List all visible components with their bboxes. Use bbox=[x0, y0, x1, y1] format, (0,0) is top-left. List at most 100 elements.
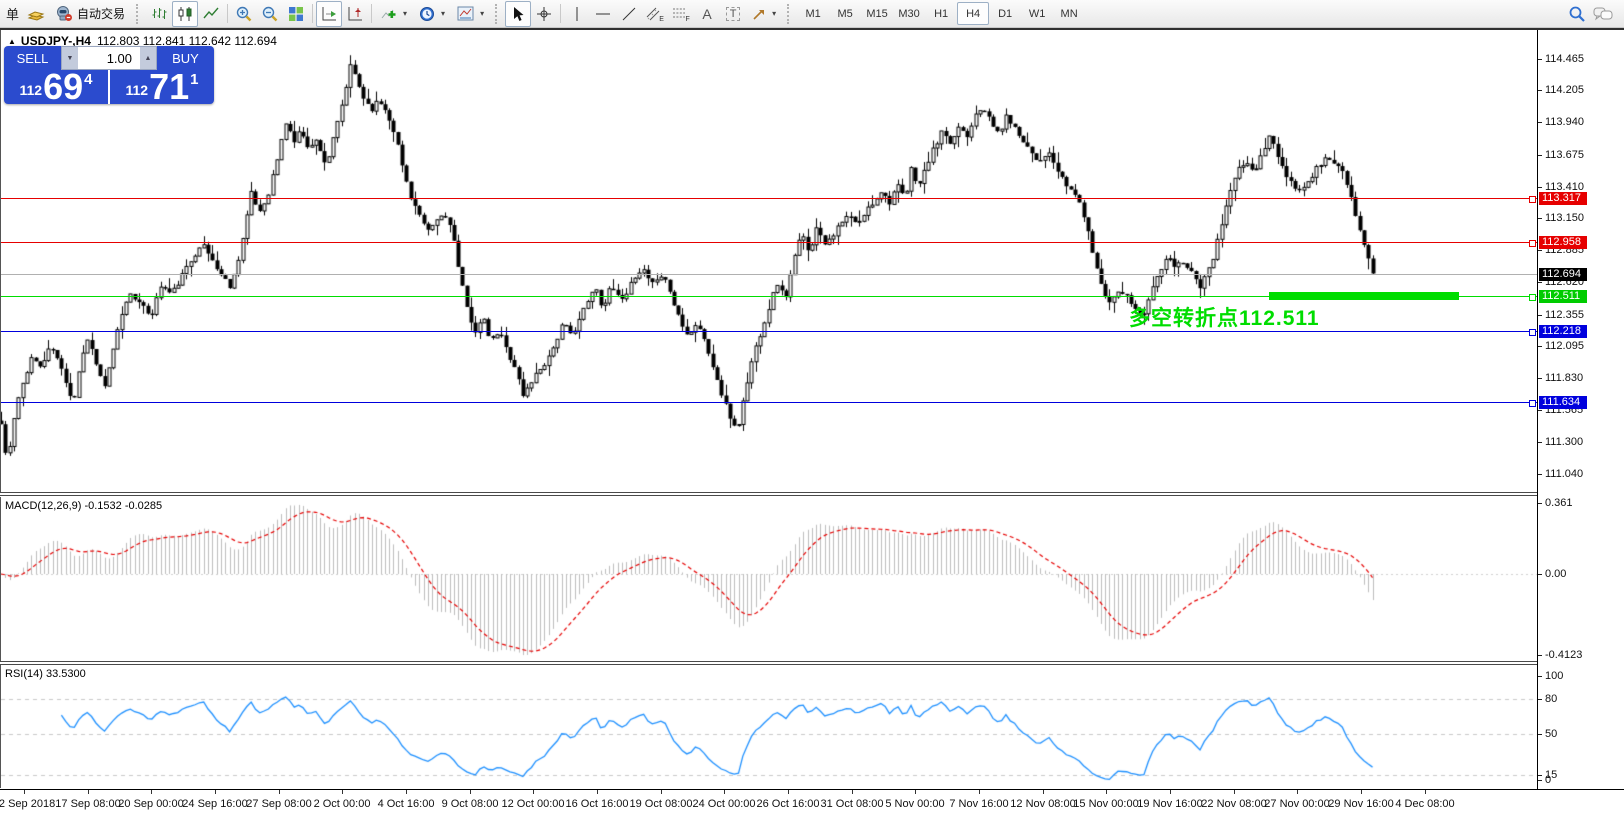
time-tick-label: 24 Oct 00:00 bbox=[693, 798, 756, 810]
time-axis[interactable]: 12 Sep 201817 Sep 08:0020 Sep 00:0024 Se… bbox=[0, 789, 1624, 822]
candlestick-chart-icon[interactable] bbox=[172, 1, 198, 27]
sell-price-small: 112 bbox=[20, 82, 43, 98]
price-axis[interactable]: 114.465114.205113.940113.675113.410113.1… bbox=[1537, 30, 1624, 789]
macd-tick-label: -0.4123 bbox=[1545, 649, 1582, 661]
macd-canvas[interactable] bbox=[1, 497, 1537, 661]
templates-button[interactable]: ▾ bbox=[451, 1, 490, 27]
new-order-button[interactable]: 单 bbox=[2, 2, 23, 26]
axis-tick-mark bbox=[1538, 59, 1542, 60]
equidistant-channel-tool-icon[interactable]: E bbox=[642, 1, 668, 27]
text-label-tool-button[interactable]: T bbox=[720, 1, 746, 27]
chevron-down-icon: ▾ bbox=[403, 9, 407, 18]
tf-m30-button[interactable]: M30 bbox=[893, 2, 925, 25]
chat-icon[interactable] bbox=[1590, 1, 1616, 27]
tf-m15-button[interactable]: M15 bbox=[861, 2, 893, 25]
one-click-trading-panel: SELL ▼ 1.00 ▲ BUY 112 69 4 112 71 1 bbox=[4, 46, 214, 104]
axis-tick-mark bbox=[1538, 699, 1542, 700]
axis-tick-mark bbox=[1538, 250, 1542, 251]
axis-tick-mark bbox=[1538, 346, 1542, 347]
time-tick-mark bbox=[1043, 790, 1044, 794]
line-handle[interactable] bbox=[1529, 329, 1536, 336]
time-tick-mark bbox=[24, 790, 25, 794]
tf-m5-button[interactable]: M5 bbox=[829, 2, 861, 25]
periods-button[interactable]: ▾ bbox=[413, 1, 451, 27]
axis-tick-mark bbox=[1538, 282, 1542, 283]
book-icon[interactable] bbox=[23, 1, 49, 27]
text-tool-button[interactable]: A bbox=[694, 1, 720, 27]
price-line-chip: 112.958 bbox=[1539, 236, 1587, 249]
time-tick-label: 4 Oct 16:00 bbox=[378, 798, 435, 810]
axis-tick-mark bbox=[1538, 780, 1542, 781]
line-chart-icon[interactable] bbox=[198, 1, 224, 27]
tf-d1-button[interactable]: D1 bbox=[989, 2, 1021, 25]
crosshair-icon[interactable] bbox=[531, 1, 557, 27]
rsi-label: RSI(14) 33.5300 bbox=[5, 668, 86, 680]
search-icon[interactable] bbox=[1564, 1, 1590, 27]
sell-price-sup: 4 bbox=[84, 71, 92, 88]
hline-111.634[interactable] bbox=[1, 402, 1537, 403]
axis-tick-mark bbox=[1538, 90, 1542, 91]
toolbar-separator bbox=[560, 4, 561, 23]
tf-m1-button[interactable]: M1 bbox=[797, 2, 829, 25]
time-tick-label: 19 Nov 16:00 bbox=[1137, 798, 1202, 810]
tf-mn-button[interactable]: MN bbox=[1053, 2, 1085, 25]
bar-chart-icon[interactable] bbox=[146, 1, 172, 27]
price-tick-label: 113.675 bbox=[1545, 149, 1584, 161]
macd-pane[interactable]: MACD(12,26,9) -0.1532 -0.0285 bbox=[0, 497, 1537, 661]
tf-h1-button[interactable]: H1 bbox=[925, 2, 957, 25]
time-tick-mark bbox=[1361, 790, 1362, 794]
chevron-down-icon: ▾ bbox=[772, 9, 776, 18]
collapse-panel-icon[interactable]: ▲ bbox=[8, 37, 16, 46]
chart-shift-icon[interactable] bbox=[342, 1, 368, 27]
buy-price-small: 112 bbox=[126, 82, 149, 98]
zoom-in-icon[interactable] bbox=[231, 1, 257, 27]
robot-icon bbox=[55, 5, 73, 22]
cursor-icon[interactable] bbox=[505, 1, 531, 27]
time-tick-label: 31 Oct 08:00 bbox=[821, 798, 884, 810]
horizontal-line-tool-icon[interactable] bbox=[590, 1, 616, 27]
label-tool-glyph: T bbox=[726, 7, 741, 21]
rsi-canvas[interactable] bbox=[1, 665, 1537, 788]
axis-tick-mark bbox=[1538, 410, 1542, 411]
line-handle[interactable] bbox=[1529, 196, 1536, 203]
hline-112.958[interactable] bbox=[1, 242, 1537, 243]
autoscroll-icon[interactable] bbox=[316, 1, 342, 27]
rsi-pane[interactable]: RSI(14) 33.5300 bbox=[0, 665, 1537, 788]
price-tick-label: 112.095 bbox=[1545, 340, 1584, 352]
time-tick-mark bbox=[1234, 790, 1235, 794]
sell-price[interactable]: 112 69 4 bbox=[4, 70, 108, 104]
zoom-out-icon[interactable] bbox=[257, 1, 283, 27]
arrows-tool-button[interactable]: ▾ bbox=[746, 1, 782, 27]
price-line-chip: 112.218 bbox=[1539, 325, 1587, 338]
vertical-line-tool-icon[interactable] bbox=[564, 1, 590, 27]
chevron-down-icon: ▾ bbox=[480, 9, 484, 18]
time-tick-mark bbox=[1170, 790, 1171, 794]
pivot-annotation-text: 多空转折点112.511 bbox=[1129, 302, 1320, 332]
line-handle[interactable] bbox=[1529, 400, 1536, 407]
time-tick-mark bbox=[1106, 790, 1107, 794]
buy-price[interactable]: 112 71 1 bbox=[108, 70, 214, 104]
line-handle[interactable] bbox=[1529, 240, 1536, 247]
time-tick-label: 4 Dec 08:00 bbox=[1395, 798, 1454, 810]
time-tick-mark bbox=[915, 790, 916, 794]
price-line-chip: 112.511 bbox=[1539, 290, 1587, 303]
volume-input[interactable]: 1.00 bbox=[78, 47, 140, 69]
tile-windows-icon[interactable] bbox=[283, 1, 309, 27]
arrows-icon bbox=[752, 7, 766, 21]
pivot-thick-segment[interactable] bbox=[1269, 292, 1459, 300]
line-handle[interactable] bbox=[1529, 294, 1536, 301]
rsi-tick-label: 80 bbox=[1545, 693, 1557, 705]
hline-113.317[interactable] bbox=[1, 198, 1537, 199]
indicators-button[interactable]: ▾ bbox=[375, 1, 413, 27]
tf-h4-button[interactable]: H4 bbox=[957, 2, 989, 25]
toolbar-separator bbox=[227, 4, 228, 23]
price-chart-pane[interactable]: ▲USDJPY-,H4112.803 112.841 112.642 112.6… bbox=[0, 30, 1537, 492]
clock-icon bbox=[419, 6, 435, 22]
fibonacci-tool-icon[interactable]: F bbox=[668, 1, 694, 27]
time-tick-mark bbox=[597, 790, 598, 794]
pane-splitter[interactable] bbox=[0, 492, 1624, 496]
autotrade-button[interactable]: 自动交易 bbox=[49, 1, 131, 27]
candlestick-canvas[interactable] bbox=[1, 30, 1537, 492]
tf-w1-button[interactable]: W1 bbox=[1021, 2, 1053, 25]
trendline-tool-icon[interactable] bbox=[616, 1, 642, 27]
